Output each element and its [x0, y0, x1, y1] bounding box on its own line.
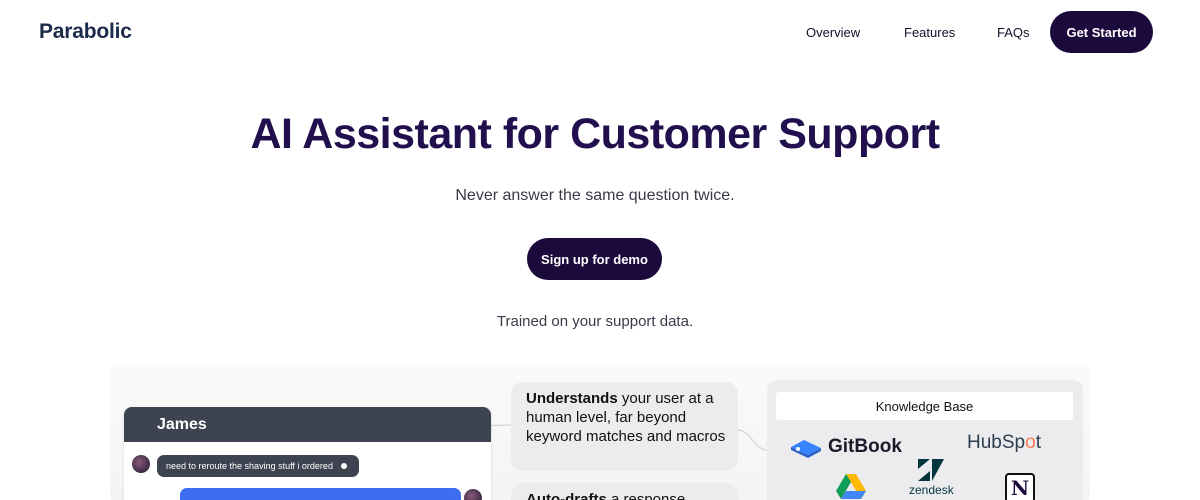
feature-card-autodrafts: Auto-drafts a response — [511, 483, 738, 500]
brand-logo[interactable]: Parabolic — [39, 20, 132, 44]
hubspot-label-a: HubSp — [967, 432, 1026, 453]
agent-reply-bubble — [180, 488, 461, 500]
knowledge-base-title: Knowledge Base — [776, 392, 1073, 420]
customer-message: need to reroute the shaving stuff i orde… — [157, 455, 359, 477]
message-dot-icon — [340, 463, 347, 469]
feature-text: a response — [606, 491, 686, 500]
zendesk-logo: zendesk — [909, 457, 954, 497]
hero-title: AI Assistant for Customer Support — [250, 110, 940, 158]
zendesk-icon — [918, 459, 945, 481]
hero-subtitle: Never answer the same question twice. — [455, 187, 735, 204]
chat-window: James need to reroute the shaving stuff … — [124, 407, 491, 500]
customer-message-text: need to reroute the shaving stuff i orde… — [166, 461, 333, 471]
agent-avatar — [464, 489, 482, 500]
hubspot-sprocket-icon: o — [1025, 432, 1036, 453]
customer-avatar — [132, 455, 150, 473]
nav-overview[interactable]: Overview — [806, 25, 860, 40]
get-started-button[interactable]: Get Started — [1050, 11, 1153, 53]
google-drive-icon — [836, 474, 866, 499]
gitbook-icon — [791, 440, 821, 458]
feature-bold: Auto-drafts — [526, 491, 607, 500]
knowledge-base-panel: Knowledge Base GitBook HubSpot zendesk N — [767, 380, 1083, 500]
zendesk-label: zendesk — [909, 483, 954, 497]
signup-demo-button[interactable]: Sign up for demo — [527, 238, 662, 280]
gitbook-label: GitBook — [828, 436, 902, 457]
gitbook-logo: GitBook — [789, 436, 902, 458]
feature-card-understands: Understands your user at a human level, … — [511, 382, 738, 471]
feature-bold: Understands — [526, 390, 618, 407]
chat-header-name: James — [124, 407, 491, 442]
trained-note: Trained on your support data. — [496, 313, 694, 330]
hubspot-label-b: t — [1035, 432, 1041, 453]
nav-features[interactable]: Features — [904, 25, 955, 40]
nav-faqs[interactable]: FAQs — [997, 25, 1030, 40]
notion-icon: N — [1005, 473, 1035, 500]
hubspot-logo: HubSpot — [967, 432, 1041, 454]
